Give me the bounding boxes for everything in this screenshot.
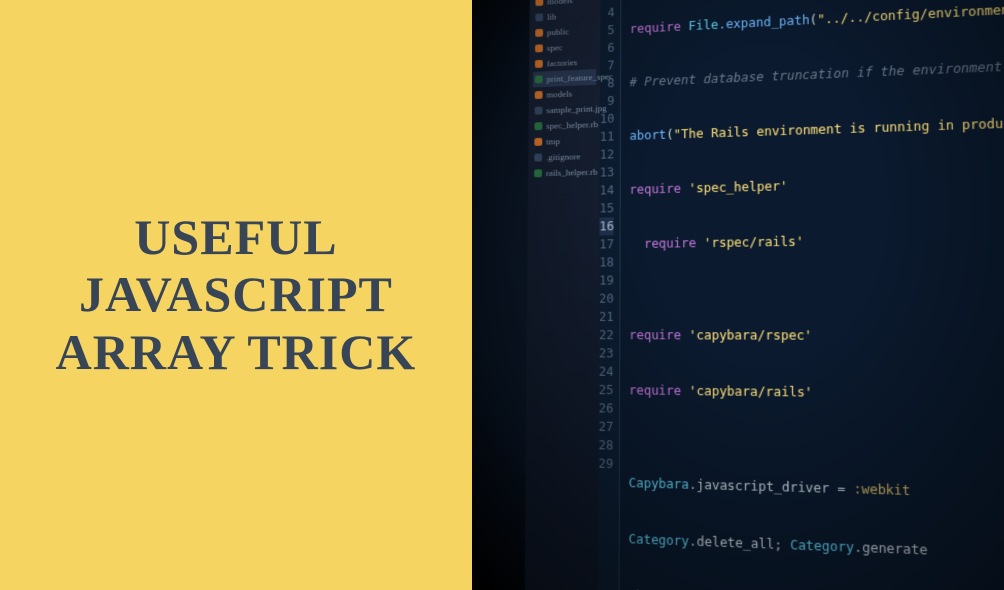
code-line: Shoulda::Matchers.configure do |with| (628, 586, 1004, 590)
file-icon (534, 122, 542, 130)
line-number: 16 (599, 217, 614, 235)
editor-panel: modelslibpublicspecfactoriesprint_featur… (524, 0, 1004, 590)
file-icon (534, 138, 542, 146)
line-number: 28 (598, 436, 613, 455)
file-icon (535, 13, 543, 21)
file-icon (535, 29, 543, 37)
sidebar-file-label: lib (547, 12, 556, 22)
sidebar-file-label: rails_helper.rb (546, 167, 597, 178)
line-number: 21 (599, 308, 614, 326)
code-line: require 'spec_helper' (629, 169, 1004, 199)
code-line: require 'capybara/rails' (629, 381, 1004, 406)
line-number: 14 (599, 181, 614, 199)
code-editor-photo: modelslibpublicspecfactoriesprint_featur… (472, 0, 1004, 590)
sidebar-file-label: models (547, 0, 573, 6)
line-number: 22 (599, 326, 614, 344)
sidebar-file-label: models (546, 89, 572, 100)
sidebar-file-label: public (547, 26, 569, 37)
code-line: abort("The Rails environment is running … (629, 110, 1004, 145)
line-number: 13 (599, 163, 614, 181)
headline: USEFUL JAVASCRIPT ARRAY TRICK (30, 209, 442, 382)
code-area: require File.expand_path("../../config/e… (620, 0, 1004, 590)
file-icon (535, 44, 543, 52)
file-icon (535, 91, 543, 99)
line-number: 15 (599, 199, 614, 217)
file-icon (535, 60, 543, 68)
code-line: Category.delete_all; Category.generate (628, 530, 1004, 568)
file-icon (534, 154, 542, 162)
sidebar-file-item: rails_helper.rb (532, 164, 596, 181)
sidebar-file-label: spec_helper.rb (546, 119, 598, 131)
line-number: 18 (599, 253, 614, 271)
file-icon (535, 75, 543, 83)
line-number: 11 (600, 128, 615, 146)
code-line: # Prevent database truncation if the env… (629, 52, 1004, 91)
line-number: 5 (600, 21, 614, 39)
line-number: 25 (599, 381, 614, 400)
line-number: 12 (600, 145, 615, 163)
code-line (629, 286, 1004, 289)
code-line (629, 437, 1004, 447)
sidebar-file-label: .gitignore (546, 151, 580, 162)
line-number: 29 (598, 454, 613, 473)
sidebar-file-item: .gitignore (532, 148, 596, 166)
code-line: require File.expand_path("../../config/e… (630, 0, 1004, 38)
file-icon (534, 169, 542, 177)
code-line: require 'rspec/rails' (629, 227, 1004, 253)
code-line: require 'capybara/rspec' (629, 326, 1004, 346)
sidebar-file-label: factories (547, 57, 578, 68)
editor-screen: modelslibpublicspecfactoriesprint_featur… (524, 0, 1004, 590)
sidebar-file-label: spec (547, 42, 563, 52)
line-number: 6 (600, 39, 615, 57)
line-number: 24 (599, 362, 614, 380)
file-icon (535, 0, 543, 6)
line-number: 26 (599, 399, 614, 418)
file-sidebar: modelslibpublicspecfactoriesprint_featur… (524, 0, 600, 590)
line-number: 27 (598, 418, 613, 437)
line-number: 23 (599, 344, 614, 362)
title-panel: USEFUL JAVASCRIPT ARRAY TRICK (0, 0, 472, 590)
line-number: 4 (600, 4, 614, 22)
line-number-gutter: 3456789101112131415161718192021222324252… (597, 0, 621, 590)
file-icon (534, 107, 542, 115)
code-line: Capybara.javascript_driver = :webkit (628, 474, 1003, 507)
line-number: 19 (599, 271, 614, 289)
sidebar-file-label: sample_print.jpg (546, 103, 606, 115)
sidebar-file-label: tmp (546, 136, 560, 146)
line-number: 20 (599, 290, 614, 308)
line-number: 17 (599, 235, 614, 253)
